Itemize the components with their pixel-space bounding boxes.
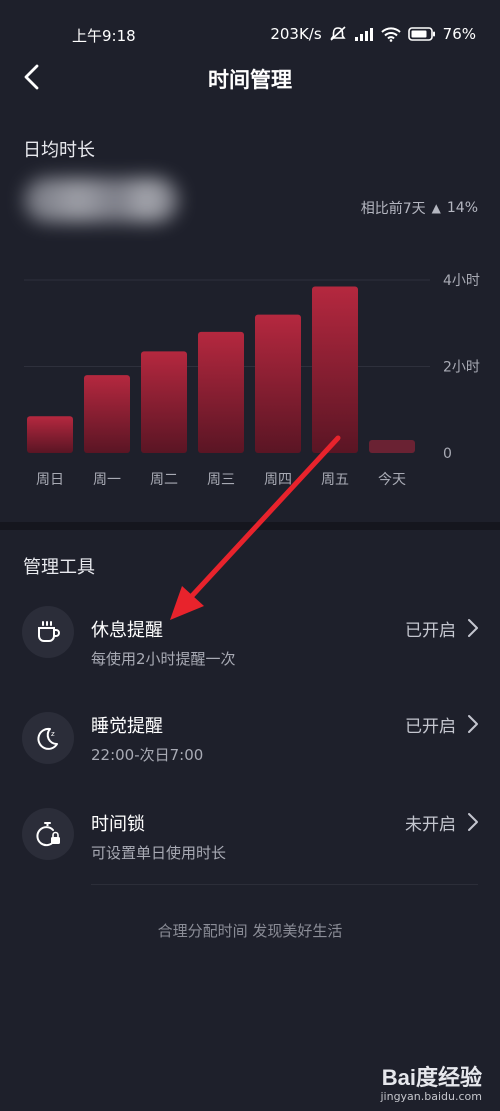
tool-name: 时间锁	[91, 814, 145, 835]
wifi-icon	[380, 26, 401, 42]
bar-周四	[255, 314, 301, 453]
tools-title: 管理工具	[23, 557, 95, 578]
x-tick-label: 周五	[321, 472, 349, 488]
y-tick-label: 0	[443, 446, 452, 462]
compare-label: 相比前7天	[360, 201, 426, 217]
tool-row-time-lock[interactable]: 时间锁 可设置单日使用时长 未开启	[0, 786, 500, 878]
usage-chart-svg: 4小时 2小时 0 周日 周一 周二 周三 周四 周五 今天	[24, 273, 480, 488]
x-tick-label: 周三	[207, 472, 235, 488]
tool-row-sleep-reminder[interactable]: z 睡觉提醒 22:00-次日7:00 已开启	[0, 688, 500, 780]
bar-周二	[141, 351, 187, 453]
baidu-jingyan-watermark: Bai度经验 jingyan.baidu.com	[380, 1060, 482, 1103]
y-tick-label: 2小时	[443, 360, 480, 376]
compare-info: 相比前7天 ▲ 14%	[361, 198, 478, 218]
row-separator	[91, 884, 478, 885]
tool-status: 已开启	[405, 717, 456, 737]
tool-name: 休息提醒	[91, 620, 163, 641]
mute-icon	[329, 26, 347, 42]
tool-desc: 可设置单日使用时长	[91, 844, 227, 862]
moon-icon: z	[22, 712, 74, 764]
footer-slogan: 合理分配时间 发现美好生活	[157, 922, 343, 940]
tool-status: 已开启	[405, 621, 456, 641]
x-tick-label: 周二	[150, 472, 178, 488]
chevron-right-icon	[468, 813, 478, 831]
bar-今天	[369, 440, 415, 453]
section-divider	[0, 522, 500, 530]
coffee-cup-icon	[22, 606, 74, 658]
bar-周五	[312, 286, 358, 453]
bar-周日	[27, 416, 73, 453]
status-icons: 203K/s 76%	[270, 25, 476, 43]
timer-lock-icon	[22, 808, 74, 860]
bar-周三	[198, 331, 244, 453]
tool-status: 未开启	[405, 815, 456, 835]
usage-chart: 4小时 2小时 0 周日 周一 周二 周三 周四 周五 今天	[0, 260, 500, 500]
watermark-url: jingyan.baidu.com	[380, 1090, 482, 1103]
signal-icon	[354, 27, 374, 41]
svg-text:z: z	[51, 730, 55, 738]
battery-percent: 76%	[442, 25, 476, 43]
nav-bar: 时间管理	[0, 56, 500, 100]
x-tick-label: 周四	[264, 472, 292, 488]
tool-name: 睡觉提醒	[91, 716, 163, 737]
chevron-right-icon	[468, 715, 478, 733]
page-title: 时间管理	[208, 68, 292, 92]
compare-value: 14%	[446, 200, 478, 216]
arrow-up-icon: ▲	[431, 201, 441, 215]
status-time: 上午9:18	[72, 27, 136, 45]
x-tick-label: 今天	[378, 472, 406, 488]
x-tick-label: 周一	[93, 472, 121, 488]
tool-desc: 22:00-次日7:00	[91, 746, 204, 764]
network-speed: 203K/s	[270, 25, 322, 43]
tool-desc: 每使用2小时提醒一次	[91, 650, 236, 668]
bar-周一	[84, 375, 130, 453]
chevron-right-icon	[468, 619, 478, 637]
x-tick-label: 周日	[36, 472, 64, 488]
y-tick-label: 4小时	[443, 273, 480, 289]
watermark-logo: Bai度经验	[381, 1065, 482, 1090]
tool-row-rest-reminder[interactable]: 休息提醒 每使用2小时提醒一次 已开启	[0, 592, 500, 684]
battery-icon	[407, 27, 436, 41]
daily-avg-title: 日均时长	[23, 140, 95, 161]
daily-avg-value-blurred	[24, 178, 179, 222]
